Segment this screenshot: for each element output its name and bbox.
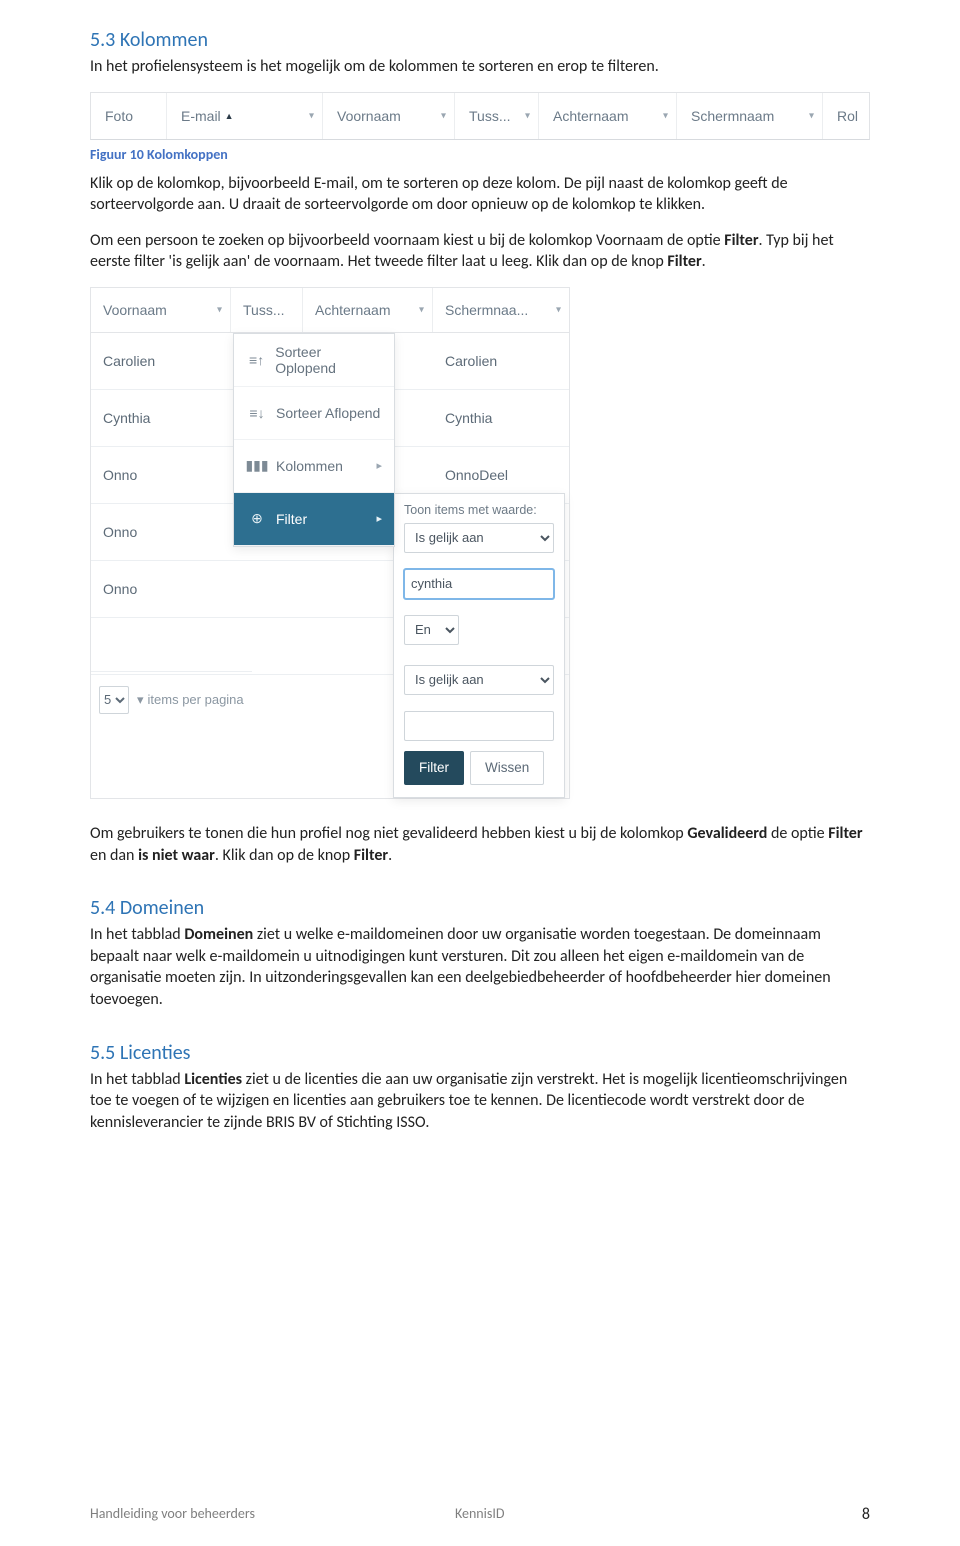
chevron-down-icon[interactable]: ▾ bbox=[556, 304, 561, 315]
filter-panel: Toon items met waarde: Is gelijk aan En … bbox=[393, 493, 565, 798]
filter-label: Toon items met waarde: bbox=[404, 503, 537, 517]
menu-filter[interactable]: ⊕ Filter ▸ bbox=[234, 493, 394, 546]
column-label: Schermnaam bbox=[691, 108, 774, 124]
grid2-column-schermnaam[interactable]: Schermnaa... ▾ bbox=[433, 288, 569, 332]
filter-operator-1[interactable]: Is gelijk aan bbox=[404, 523, 554, 553]
filter-value-2-input[interactable] bbox=[404, 711, 554, 741]
sort-asc-icon: ▲ bbox=[225, 111, 234, 121]
chevron-down-icon[interactable]: ▾ bbox=[525, 110, 530, 121]
grid2-header-row: Voornaam ▾ Tuss... Achternaam ▾ Schermna… bbox=[91, 288, 569, 333]
cell-tuss bbox=[231, 561, 303, 617]
menu-sort-ascending[interactable]: ≡↑ Sorteer Oplopend bbox=[234, 334, 394, 387]
grid2-column-voornaam[interactable]: Voornaam ▾ bbox=[91, 288, 231, 332]
column-header-achternaam[interactable]: Achternaam ▾ bbox=[539, 93, 677, 139]
figure-10-caption: Figuur 10 Kolomkoppen bbox=[90, 146, 870, 163]
footer-left: Handleiding voor beheerders bbox=[90, 1505, 255, 1524]
page-footer: Handleiding voor beheerders KennisID 8 bbox=[90, 1505, 870, 1524]
cell-voornaam: Carolien bbox=[91, 333, 231, 389]
grid2-column-achternaam[interactable]: Achternaam ▾ bbox=[303, 288, 433, 332]
columns-icon: ▮▮▮ bbox=[246, 457, 268, 474]
grid2-body: Carolien Carolien Cynthia Cynthia Onno O… bbox=[91, 333, 569, 675]
column-header-tussenvoegsel[interactable]: Tuss... ▾ bbox=[455, 93, 539, 139]
paragraph-gevalideerd: Om gebruikers te tonen die hun profiel n… bbox=[90, 823, 870, 866]
figure-filter-grid: Voornaam ▾ Tuss... Achternaam ▾ Schermna… bbox=[90, 287, 570, 799]
column-label: Achternaam bbox=[553, 108, 628, 124]
sort-asc-icon: ≡↑ bbox=[246, 352, 267, 368]
paragraph-filter-explain: Om een persoon te zoeken op bijvoorbeeld… bbox=[90, 230, 870, 273]
filter-value-1-input[interactable] bbox=[404, 569, 554, 599]
cell-voornaam: Onno bbox=[91, 561, 231, 617]
filter-apply-button[interactable]: Filter bbox=[404, 751, 464, 785]
chevron-down-icon[interactable]: ▾ bbox=[663, 110, 668, 121]
column-header-foto[interactable]: Foto bbox=[91, 93, 167, 139]
chevron-down-icon[interactable]: ▾ bbox=[809, 110, 814, 121]
menu-sort-descending[interactable]: ≡↓ Sorteer Aflopend bbox=[234, 387, 394, 440]
column-label: Rol bbox=[837, 108, 858, 124]
column-label: Foto bbox=[105, 108, 133, 124]
column-label: Voornaam bbox=[103, 302, 167, 318]
chevron-down-icon[interactable]: ▾ bbox=[441, 110, 446, 121]
column-label: Voornaam bbox=[337, 108, 401, 124]
filter-clear-button[interactable]: Wissen bbox=[470, 751, 544, 785]
paragraph-sort-explain: Klik op de kolomkop, bijvoorbeeld E-mail… bbox=[90, 173, 870, 216]
chevron-down-icon[interactable]: ▾ bbox=[309, 110, 314, 121]
menu-label: Sorteer Aflopend bbox=[276, 405, 380, 421]
menu-label: Sorteer Oplopend bbox=[275, 344, 382, 376]
section-5-5-title: 5.5 Licenties bbox=[90, 1041, 870, 1065]
chevron-right-icon: ▸ bbox=[376, 512, 382, 525]
footer-page-number: 8 bbox=[862, 1505, 870, 1524]
cell-voornaam: Onno bbox=[91, 447, 231, 503]
section-5-4-title: 5.4 Domeinen bbox=[90, 896, 870, 920]
sort-desc-icon: ≡↓ bbox=[246, 405, 268, 421]
filter-conjunction[interactable]: En bbox=[404, 615, 459, 645]
pager-caret-icon: ▾ bbox=[137, 692, 144, 708]
cell-schermnaam: Carolien bbox=[433, 333, 569, 389]
column-header-schermnaam[interactable]: Schermnaam ▾ bbox=[677, 93, 823, 139]
column-header-rol[interactable]: Rol bbox=[823, 93, 869, 139]
cell-schermnaam: Cynthia bbox=[433, 390, 569, 446]
pager: 5 ▾ items per pagina bbox=[91, 671, 252, 728]
column-label: Tuss... bbox=[469, 108, 511, 124]
footer-center: KennisID bbox=[455, 1505, 505, 1524]
section-5-4-body: In het tabblad Domeinen ziet u welke e-m… bbox=[90, 924, 870, 1010]
cell-voornaam: Cynthia bbox=[91, 390, 231, 446]
filter-operator-2[interactable]: Is gelijk aan bbox=[404, 665, 554, 695]
grid2-column-tuss[interactable]: Tuss... bbox=[231, 288, 303, 332]
pager-label: items per pagina bbox=[148, 692, 244, 707]
figure-10-grid-headers: Foto E-mail ▲ ▾ Voornaam ▾ Tuss... ▾ Ach… bbox=[90, 92, 870, 140]
chevron-right-icon: ▸ bbox=[376, 459, 382, 472]
menu-label: Kolommen bbox=[276, 458, 343, 474]
column-header-voornaam[interactable]: Voornaam ▾ bbox=[323, 93, 455, 139]
column-label: E-mail bbox=[181, 108, 221, 124]
filter-icon: ⊕ bbox=[246, 510, 268, 527]
column-context-menu: ≡↑ Sorteer Oplopend ≡↓ Sorteer Aflopend … bbox=[233, 333, 395, 547]
column-header-email[interactable]: E-mail ▲ ▾ bbox=[167, 93, 323, 139]
section-5-3-intro: In het profielensysteem is het mogelijk … bbox=[90, 56, 870, 78]
menu-columns[interactable]: ▮▮▮ Kolommen ▸ bbox=[234, 440, 394, 493]
column-label: Schermnaa... bbox=[445, 302, 528, 318]
column-label: Tuss... bbox=[243, 302, 285, 318]
column-label: Achternaam bbox=[315, 302, 390, 318]
section-5-3-title: 5.3 Kolommen bbox=[90, 28, 870, 52]
section-5-5-body: In het tabblad Licenties ziet u de licen… bbox=[90, 1069, 870, 1134]
cell-voornaam: Onno bbox=[91, 504, 231, 560]
menu-label: Filter bbox=[276, 511, 307, 527]
page-size-select[interactable]: 5 bbox=[99, 686, 129, 714]
chevron-down-icon[interactable]: ▾ bbox=[419, 304, 424, 315]
chevron-down-icon[interactable]: ▾ bbox=[217, 304, 222, 315]
